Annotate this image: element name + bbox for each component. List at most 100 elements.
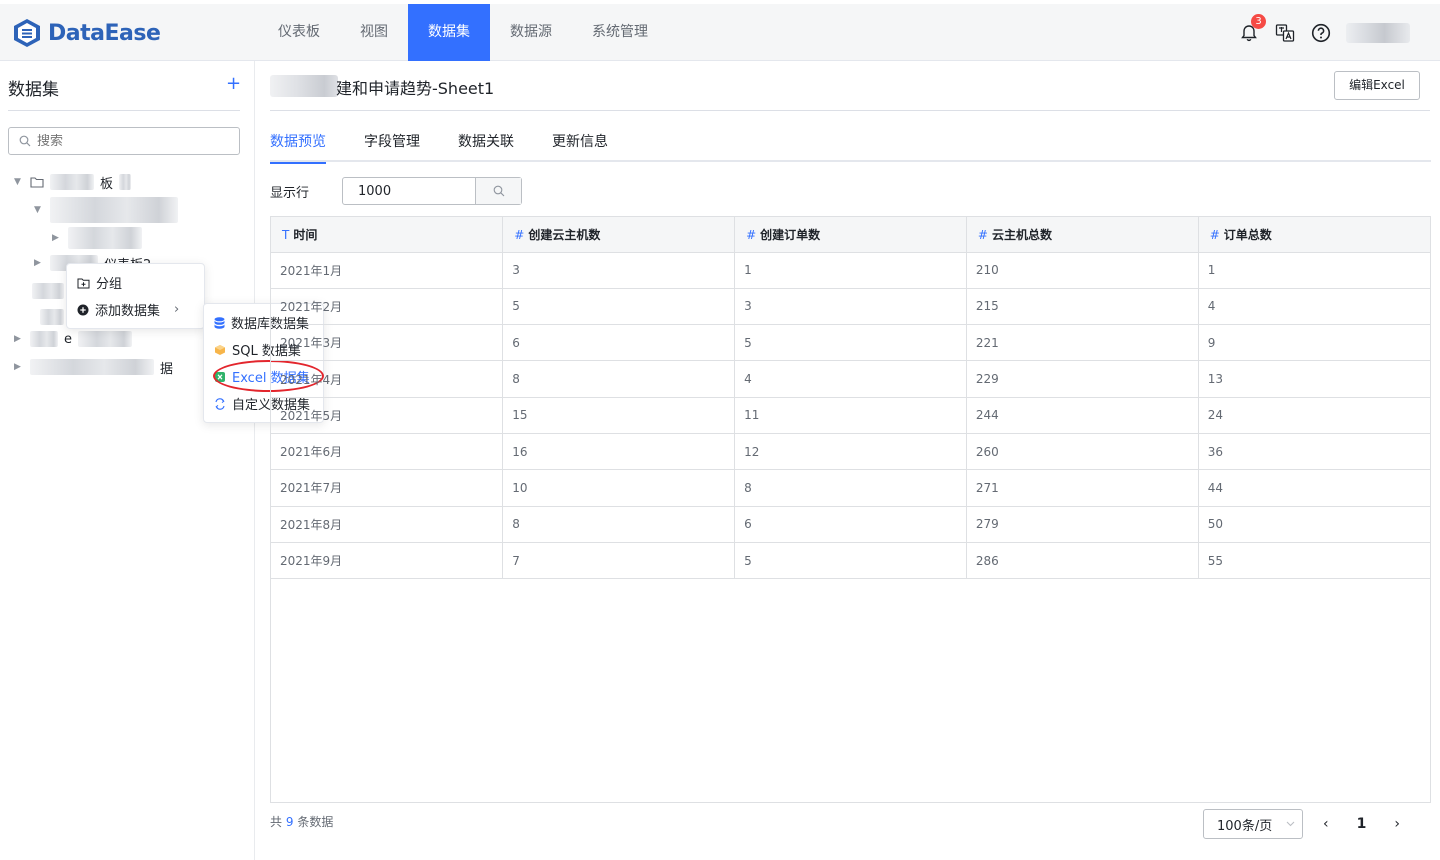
user-avatar[interactable] bbox=[1346, 23, 1410, 43]
chevron-right-icon: › bbox=[174, 302, 180, 317]
title-blurred-prefix bbox=[270, 75, 338, 97]
table-cell: 4 bbox=[734, 360, 967, 398]
tree-item-blurred[interactable] bbox=[40, 306, 64, 328]
sidebar-search[interactable] bbox=[8, 127, 240, 155]
tree-item-subgroup[interactable]: ▼ bbox=[34, 197, 178, 223]
table-cell: 3 bbox=[734, 288, 967, 326]
tab-data-preview[interactable]: 数据预览 bbox=[270, 129, 345, 164]
column-name: 创建订单数 bbox=[760, 227, 821, 242]
menu-item-group[interactable]: 分组 bbox=[67, 269, 204, 296]
tree-context-menu: 分组 添加数据集 › bbox=[66, 263, 205, 329]
column-header[interactable]: # 订单总数 bbox=[1198, 217, 1430, 253]
notification-badge: 3 bbox=[1251, 14, 1266, 29]
tab-update-info[interactable]: 更新信息 bbox=[533, 129, 627, 162]
language-switch-button[interactable] bbox=[1274, 22, 1296, 44]
column-header[interactable]: # 创建云主机数 bbox=[502, 217, 736, 253]
table-row: 2021年7月 10 8 271 44 bbox=[271, 469, 1430, 507]
question-icon bbox=[1311, 23, 1331, 43]
add-circle-icon bbox=[77, 304, 89, 315]
top-navigation-bar: DataEase 仪表板 视图 数据集 数据源 系统管理 3 bbox=[0, 0, 1440, 61]
sidebar-search-input[interactable] bbox=[37, 133, 217, 149]
table-row: 2021年2月 5 3 215 4 bbox=[271, 288, 1430, 326]
table-cell: 4 bbox=[1198, 288, 1430, 326]
nav-item-dashboard[interactable]: 仪表板 bbox=[258, 4, 340, 61]
app-name: DataEase bbox=[48, 20, 161, 46]
total-count-number: 9 bbox=[285, 815, 294, 829]
table-cell: 10 bbox=[502, 469, 736, 507]
main-nav: 仪表板 视图 数据集 数据源 系统管理 bbox=[258, 4, 668, 61]
nav-item-system-management[interactable]: 系统管理 bbox=[572, 4, 668, 61]
tree-item-blurred-label bbox=[78, 331, 132, 347]
add-group-button[interactable]: + bbox=[226, 73, 241, 94]
tab-data-relation[interactable]: 数据关联 bbox=[439, 129, 533, 162]
excel-icon bbox=[215, 371, 225, 382]
tree-item-blurred-label bbox=[119, 174, 132, 190]
current-page[interactable]: 1 bbox=[1357, 816, 1367, 832]
column-name: 创建云主机数 bbox=[528, 227, 601, 242]
table-cell: 1 bbox=[734, 252, 967, 289]
edit-excel-button[interactable]: 编辑Excel bbox=[1334, 71, 1420, 100]
custom-icon bbox=[215, 397, 225, 410]
tree-item-blurred-label bbox=[30, 331, 58, 347]
table-cell: 221 bbox=[966, 324, 1199, 362]
table-cell: 2021年9月 bbox=[271, 542, 504, 580]
tree-item-blurred-label bbox=[50, 174, 94, 190]
table-cell: 9 bbox=[1198, 324, 1430, 362]
table-cell: 5 bbox=[734, 324, 967, 362]
tree-item-label: 板 bbox=[100, 176, 114, 192]
sidebar-title: 数据集 bbox=[8, 80, 59, 100]
number-type-icon: # bbox=[746, 227, 757, 242]
table-cell: 1 bbox=[1198, 252, 1430, 289]
app-logo[interactable]: DataEase bbox=[12, 16, 161, 50]
help-button[interactable] bbox=[1310, 22, 1332, 44]
column-header[interactable]: # 云主机总数 bbox=[966, 217, 1199, 253]
table-cell: 215 bbox=[966, 288, 1199, 326]
table-cell: 24 bbox=[1198, 397, 1430, 434]
rows-search-button[interactable] bbox=[475, 178, 521, 204]
table-cell: 210 bbox=[966, 252, 1199, 289]
table-cell: 6 bbox=[734, 506, 967, 543]
next-page-button[interactable]: › bbox=[1394, 816, 1400, 832]
table-cell: 286 bbox=[966, 542, 1199, 580]
table-cell: 15 bbox=[502, 397, 736, 434]
table-row: 2021年3月 6 5 221 9 bbox=[271, 324, 1430, 362]
table-cell: 55 bbox=[1198, 542, 1430, 580]
column-header[interactable]: # 创建订单数 bbox=[734, 217, 967, 253]
tree-item-group-3[interactable]: ▶ 据 bbox=[14, 356, 173, 378]
nav-item-dataset[interactable]: 数据集 bbox=[408, 4, 490, 61]
table-row: 2021年5月 15 11 244 24 bbox=[271, 397, 1430, 434]
top-right-tools: 3 bbox=[1238, 14, 1410, 48]
number-type-icon: # bbox=[977, 227, 988, 242]
table-cell: 2021年2月 bbox=[271, 288, 504, 326]
menu-item-label: 分组 bbox=[96, 277, 123, 292]
dataset-sidebar: 数据集 + ▼ 板 ▼ ▶ ▶ 仪表板2 ▶ e ▶ bbox=[0, 61, 255, 860]
sql-icon bbox=[215, 344, 225, 355]
notification-button[interactable]: 3 bbox=[1238, 14, 1266, 44]
column-header[interactable]: T 时间 bbox=[271, 217, 504, 253]
table-cell: 8 bbox=[734, 469, 967, 507]
table-row: 2021年8月 8 6 279 50 bbox=[271, 506, 1430, 543]
column-name: 订单总数 bbox=[1223, 227, 1272, 242]
table-cell: 13 bbox=[1198, 360, 1430, 398]
table-cell: 12 bbox=[734, 433, 967, 471]
data-preview-table: T 时间 # 创建云主机数 # 创建订单数 # 云主机总数 # 订单总数 2021年1月 3… bbox=[270, 216, 1431, 803]
tree-item-blurred-label bbox=[50, 197, 178, 223]
nav-item-view[interactable]: 视图 bbox=[340, 4, 408, 61]
rows-limit-input[interactable] bbox=[343, 178, 475, 204]
page-size-select[interactable]: 100条/页 bbox=[1203, 809, 1303, 839]
tree-item-blurred-label bbox=[68, 227, 142, 249]
table-header-row: T 时间 # 创建云主机数 # 创建订单数 # 云主机总数 # 订单总数 bbox=[271, 217, 1430, 253]
dataset-title-bar: 建和申请趋势-Sheet1 编辑Excel bbox=[270, 71, 1430, 111]
tree-item-blurred[interactable] bbox=[32, 280, 64, 302]
number-type-icon: # bbox=[1209, 227, 1220, 242]
table-cell: 244 bbox=[966, 397, 1199, 434]
tree-item-group-2[interactable]: ▶ e bbox=[14, 328, 132, 350]
menu-item-add-dataset[interactable]: 添加数据集 › bbox=[67, 296, 204, 323]
prev-page-button[interactable]: ‹ bbox=[1323, 816, 1329, 832]
table-cell: 36 bbox=[1198, 433, 1430, 471]
tab-field-management[interactable]: 字段管理 bbox=[345, 129, 439, 162]
nav-item-datasource[interactable]: 数据源 bbox=[490, 4, 572, 61]
table-cell: 6 bbox=[502, 324, 736, 362]
tree-item-nested[interactable]: ▶ bbox=[52, 227, 142, 249]
tree-item-group-1[interactable]: ▼ 板 bbox=[14, 171, 132, 193]
